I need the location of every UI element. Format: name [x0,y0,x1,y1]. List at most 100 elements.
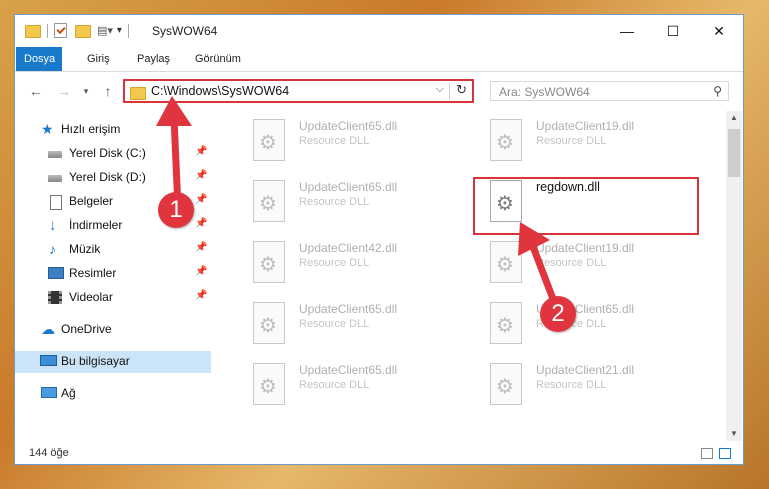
network-icon [41,387,57,398]
tab-view[interactable]: Görünüm [185,47,251,71]
dll-file-icon [253,302,285,344]
folder-icon [130,87,146,100]
details-view-icon[interactable] [701,448,713,459]
file-list: UpdateClient65.dll Resource DLL UpdateCl… [227,115,727,440]
file-item[interactable]: UpdateClient65.dll Resource DLL [241,361,461,409]
pin-icon[interactable]: 📌 [195,290,207,301]
close-button[interactable]: ✕ [696,15,742,47]
window-title: SysWOW64 [152,24,218,38]
file-name: UpdateClient65.dll [299,119,398,133]
file-item[interactable]: UpdateClient19.dll Resource DLL [478,117,698,165]
nav-label: Resimler [69,266,117,280]
file-item[interactable]: UpdateClient42.dll Resource DLL [241,239,461,287]
file-name: UpdateClient65.dll [299,180,398,194]
music-icon: ♪ [49,241,56,257]
nav-item-this-pc[interactable]: Bu bilgisayar [15,351,211,373]
nav-label: Belgeler [69,194,114,208]
file-item[interactable]: UpdateClient65.dll Resource DLL [241,178,461,226]
file-name: UpdateClient21.dll [536,363,635,377]
search-icon: ⚲ [713,84,722,98]
downloads-icon: ↓ [49,217,57,234]
folder-icon [25,25,41,38]
nav-label: Videolar [69,290,113,304]
file-item[interactable]: UpdateClient65.dll Resource DLL [478,300,698,348]
pin-icon[interactable]: 📌 [195,218,207,229]
videos-icon [48,291,62,304]
divider [127,23,129,38]
properties-icon[interactable] [54,23,67,38]
file-type: Resource DLL [299,379,370,391]
pin-icon[interactable]: 📌 [195,242,207,253]
ribbon-tabs: Dosya Giriş Paylaş Görünüm [15,47,743,72]
title-bar: ▤▾ ▾ SysWOW64 — ☐ ✕ [15,15,743,47]
cloud-icon: ☁ [41,321,55,337]
pin-icon[interactable]: 📌 [195,266,207,277]
file-name: UpdateClient65.dll [299,302,398,316]
divider [47,23,48,38]
nav-item-onedrive[interactable]: ☁ OneDrive [15,319,211,341]
file-name: UpdateClient42.dll [299,241,398,255]
dll-file-icon [253,119,285,161]
item-count: 144 öğe [29,447,69,459]
divider [449,83,450,99]
chevron-down-icon[interactable]: ⌵ [436,83,444,96]
scroll-up-icon[interactable]: ▲ [726,111,742,125]
nav-item-music[interactable]: ♪ Müzik 📌 [15,239,211,261]
quick-access-toolbar: ▤▾ ▾ [25,23,135,38]
nav-label: Hızlı erişim [61,122,121,136]
dll-file-icon [253,363,285,405]
file-explorer-window: ▤▾ ▾ SysWOW64 — ☐ ✕ Dosya Giriş Paylaş G… [14,14,744,465]
file-type: Resource DLL [299,196,370,208]
star-icon: ★ [41,121,54,137]
dll-file-icon [253,241,285,283]
file-item[interactable]: UpdateClient65.dll Resource DLL [241,117,461,165]
file-item[interactable]: UpdateClient65.dll Resource DLL [241,300,461,348]
refresh-icon[interactable]: ↻ [456,82,467,98]
dll-file-icon [253,180,285,222]
tab-share[interactable]: Paylaş [127,47,180,71]
search-box[interactable]: Ara: SysWOW64 ⚲ [490,81,729,101]
nav-item-videos[interactable]: Videolar 📌 [15,287,211,309]
file-type: Resource DLL [536,135,607,147]
step-1-badge: 1 [158,192,194,228]
nav-label: Bu bilgisayar [61,354,130,368]
nav-label: OneDrive [61,322,112,336]
step-2-badge: 2 [540,296,576,332]
pictures-icon [48,267,64,279]
minimize-button[interactable]: — [604,15,650,47]
drive-icon [48,175,62,182]
up-button[interactable]: ↑ [97,81,119,101]
status-bar: 144 öğe [15,443,743,464]
recent-locations-button[interactable]: ▾ [75,81,97,101]
scroll-down-icon[interactable]: ▼ [726,427,742,441]
file-item[interactable]: UpdateClient21.dll Resource DLL [478,361,698,409]
file-type: Resource DLL [299,135,370,147]
tab-file[interactable]: Dosya [16,47,62,71]
tab-home[interactable]: Giriş [77,47,120,71]
file-type: Resource DLL [536,379,607,391]
file-name: UpdateClient65.dll [299,363,398,377]
new-folder-icon[interactable] [75,25,91,38]
scroll-thumb[interactable] [728,129,740,177]
file-item[interactable]: UpdateClient19.dll Resource DLL [478,239,698,287]
nav-item-network[interactable]: Ağ [15,383,211,405]
large-icons-view-icon[interactable] [719,448,731,459]
customize-toolbar-icon[interactable]: ▤▾ [97,24,113,37]
file-type: Resource DLL [299,257,370,269]
back-button[interactable]: ← [25,81,47,101]
maximize-button[interactable]: ☐ [650,15,696,47]
file-name: UpdateClient19.dll [536,119,635,133]
nav-label: Ağ [61,386,76,400]
file-type: Resource DLL [299,318,370,330]
nav-item-pictures[interactable]: Resimler 📌 [15,263,211,285]
vertical-scrollbar[interactable]: ▲ ▼ [726,111,742,441]
nav-label: Yerel Disk (C:) [69,146,146,160]
nav-label: Yerel Disk (D:) [69,170,146,184]
nav-label: Müzik [69,242,101,256]
search-placeholder[interactable]: Ara: SysWOW64 [499,85,590,99]
dll-file-icon [490,119,522,161]
forward-button[interactable]: → [53,81,75,101]
nav-label: İndirmeler [69,218,123,232]
documents-icon [50,195,62,210]
quick-access-dropdown-icon[interactable]: ▾ [117,25,122,36]
